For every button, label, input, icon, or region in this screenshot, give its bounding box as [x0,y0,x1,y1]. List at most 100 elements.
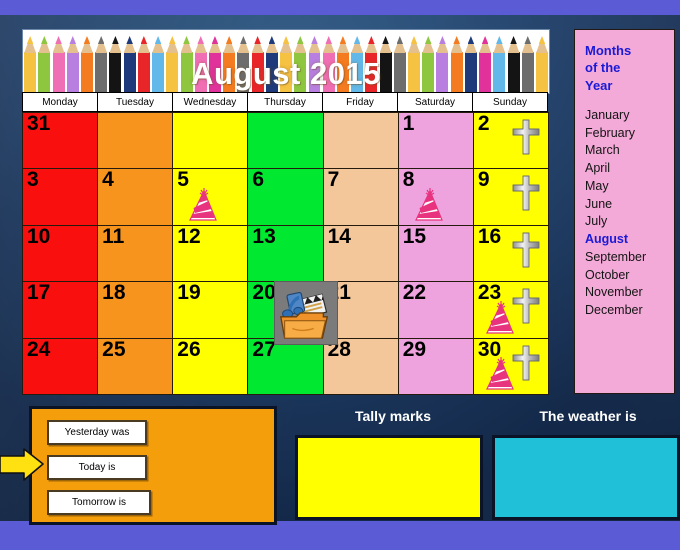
calendar-day-cell[interactable]: 28 [322,337,399,395]
month-item-august[interactable]: August [585,231,674,249]
calendar-empty-cell[interactable] [172,112,249,170]
calendar-grid: 31 1 2 3 4 5 6 7 8 9 10 11 12 13 14 15 16 17 18 19 20 21 22 23 2… [22,112,549,395]
months-panel-title: Months of the Year [585,42,657,94]
calendar-empty-cell[interactable] [97,112,174,170]
calendar-day-cell[interactable]: 16 [472,224,549,283]
party-hat-icon [486,300,514,334]
calendar-day-cell[interactable]: 30 [472,337,549,395]
months-list: January February March April May June July Augu… [585,107,674,320]
calendar-day-number: 9 [477,168,490,192]
calendar-day-number: 22 [402,281,427,305]
cross-icon [512,175,540,211]
month-item-december[interactable]: December [585,302,674,320]
party-hat-icon [486,357,514,390]
today-chip[interactable]: Today is [47,455,147,480]
calendar-day-cell[interactable]: 14 [322,224,399,283]
months-title-line-3: Year [585,77,613,93]
calendar-day-cell[interactable]: 23 [472,281,549,339]
months-title-line-1: Months [585,43,632,58]
calendar-day-cell[interactable]: 31 [22,112,99,170]
calendar-empty-cell[interactable] [247,112,324,170]
yesterday-chip[interactable]: Yesterday was [47,420,147,445]
calendar-day-cell[interactable]: 12 [172,224,249,283]
month-item-march[interactable]: March [585,142,674,160]
month-item-february[interactable]: February [585,125,674,143]
calendar-day-cell[interactable]: 11 [97,224,174,283]
calendar-day-number: 4 [102,168,114,192]
calendar-day-cell[interactable]: 24 [22,337,99,395]
calendar-day-number: 3 [27,168,39,192]
calendar-day-cell[interactable]: 3 [22,168,99,226]
cross-icon [512,119,540,155]
calendar-day-cell[interactable]: 6 [247,168,324,226]
calendar-day-cell[interactable]: 29 [397,337,474,395]
month-item-july[interactable]: July [585,213,674,231]
calendar-day-cell[interactable]: 15 [397,224,474,283]
calendar-empty-cell[interactable] [322,112,399,170]
calendar-day-cell[interactable]: 13 [247,224,324,283]
month-item-january[interactable]: January [585,107,674,125]
calendar-day-number: 13 [252,224,276,248]
weather-label: The weather is [539,408,637,424]
slide-bottom-border [0,521,680,550]
slide-canvas: August 2015 Monday Tuesday Wednesday Thursd… [0,0,680,550]
calendar-day-number: 31 [27,112,51,135]
calendar-day-number: 1 [402,112,415,135]
tomorrow-chip[interactable]: Tomorrow is [47,490,151,515]
party-hat-icon [189,187,218,221]
weekday-header-thursday: Thursday [247,92,323,112]
calendar-day-number: 27 [252,337,276,361]
calendar-day-cell[interactable]: 10 [22,224,99,283]
calendar-day-cell[interactable]: 25 [97,337,174,395]
calendar-day-cell[interactable]: 9 [472,168,549,226]
calendar-day-cell[interactable]: 27 [247,337,324,395]
calendar-day-number: 26 [177,337,201,361]
calendar-day-number: 14 [327,224,351,248]
calendar-day-cell[interactable]: 8 [397,168,474,226]
calendar-day-cell[interactable]: 1 [397,112,474,170]
weekday-header-wednesday: Wednesday [172,92,248,112]
month-item-may[interactable]: May [585,178,674,196]
calendar-day-number: 19 [177,281,201,305]
calendar-day-cell[interactable]: 17 [22,281,99,339]
weather-box[interactable] [492,435,680,520]
months-title-line-2: of the [585,60,621,76]
calendar-day-number: 11 [102,224,125,248]
calendar-title-banner: August 2015 [22,29,550,94]
calendar-day-number: 2 [477,112,490,135]
weekday-header-row: Monday Tuesday Wednesday Thursday Friday Satu… [22,92,548,112]
calendar-day-cell[interactable]: 19 [172,281,249,339]
left-pointer-arrow-icon[interactable] [0,447,44,482]
calendar-day-cell[interactable]: 5 [172,168,249,226]
months-of-the-year-panel: Months of the Year January February March A… [574,29,675,394]
calendar-day-cell[interactable]: 22 [397,281,474,339]
calendar-day-cell[interactable]: 4 [97,168,174,226]
cross-icon [512,232,540,268]
media-folder-icon[interactable] [274,281,338,345]
month-item-november[interactable]: November [585,284,674,302]
party-hat-icon [414,187,443,221]
month-item-october[interactable]: October [585,267,674,285]
calendar-day-number: 25 [102,337,126,361]
calendar-day-number: 6 [252,168,265,192]
month-item-september[interactable]: September [585,249,674,267]
weekday-header-tuesday: Tuesday [97,92,173,112]
slide-top-border [0,0,680,15]
media-folder-glyph [279,291,329,339]
calendar-day-cell[interactable]: 18 [97,281,174,339]
weekday-header-saturday: Saturday [397,92,473,112]
calendar-day-cell[interactable]: 26 [172,337,249,395]
day-of-week-panel: Yesterday was Today is Tomorrow is [29,406,277,525]
weekday-header-monday: Monday [22,92,98,112]
cross-icon [512,288,540,324]
calendar-day-number: 20 [252,281,276,305]
weekday-header-friday: Friday [322,92,398,112]
month-item-april[interactable]: April [585,160,674,178]
calendar-day-number: 12 [177,224,201,248]
calendar-day-cell[interactable]: 7 [322,168,399,226]
calendar-day-cell[interactable]: 2 [472,112,549,170]
tally-marks-box[interactable] [295,435,483,520]
calendar-day-number: 17 [27,281,51,305]
month-item-june[interactable]: June [585,196,674,214]
calendar-day-number: 29 [402,337,427,361]
